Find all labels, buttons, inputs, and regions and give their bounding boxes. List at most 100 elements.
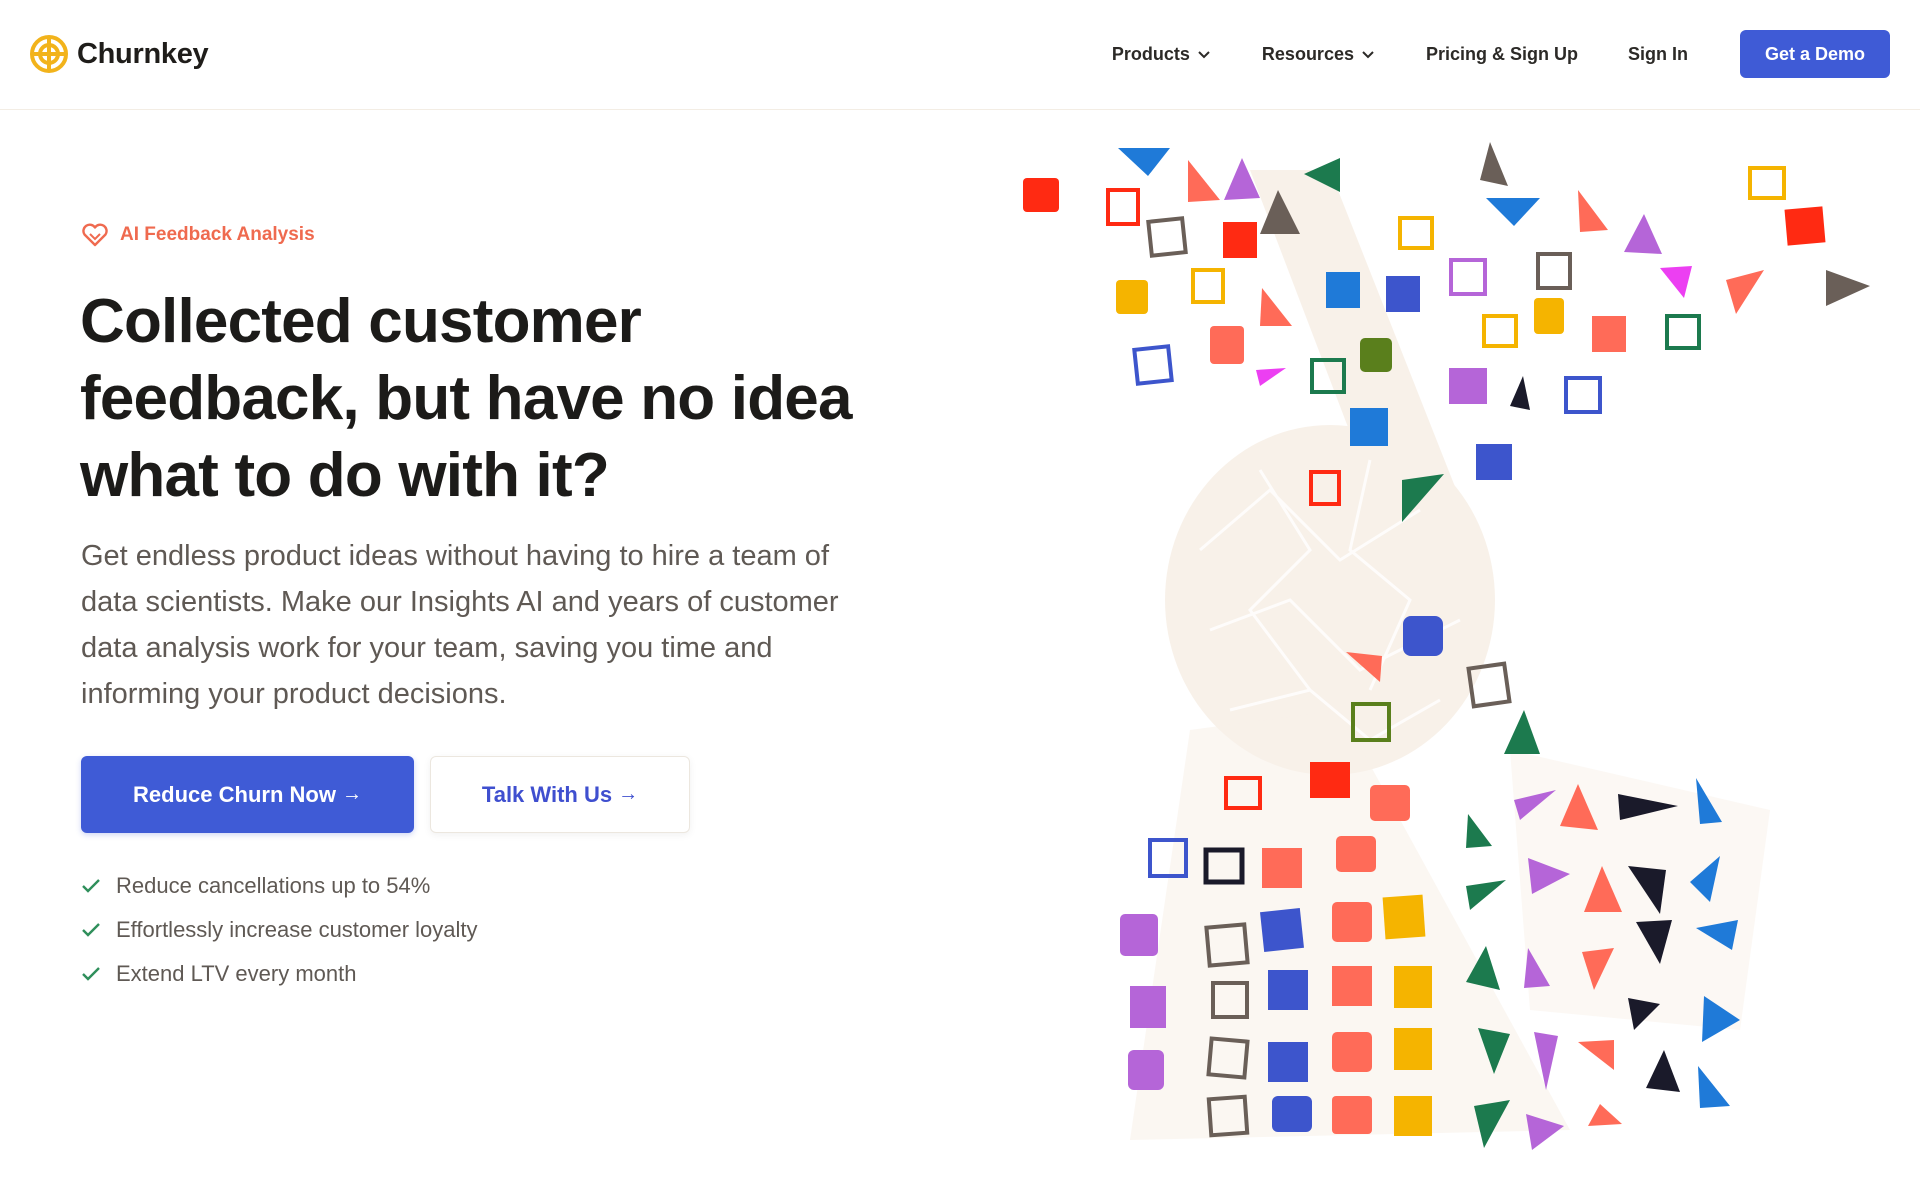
shape [1726, 270, 1764, 314]
shape [1748, 166, 1786, 200]
shape [1466, 814, 1492, 848]
shape [1536, 252, 1572, 290]
shape [1386, 276, 1420, 312]
list-item: Reduce cancellations up to 54% [80, 864, 478, 908]
shape [1480, 142, 1508, 186]
shape [1592, 316, 1626, 352]
reduce-churn-now-label: Reduce Churn Now [133, 781, 336, 807]
list-item: Extend LTV every month [80, 952, 478, 996]
brand-name: Churnkey [77, 37, 209, 70]
nav-sign-in-label: Sign In [1628, 43, 1688, 64]
check-icon [82, 967, 100, 981]
benefit-text: Reduce cancellations up to 54% [116, 873, 431, 898]
brand-logo[interactable]: Churnkey [29, 33, 209, 75]
shape [1120, 914, 1158, 956]
shape [1486, 198, 1540, 226]
shape [1332, 902, 1372, 942]
shape [1449, 258, 1487, 296]
shape [1332, 1096, 1372, 1134]
get-a-demo-button[interactable]: Get a Demo [1740, 30, 1890, 78]
shape [1826, 270, 1870, 306]
shape [1256, 368, 1286, 386]
main-nav: Products Resources Pricing & Sign Up Sig… [1062, 29, 1890, 79]
shape [1310, 762, 1350, 798]
shape [1332, 1032, 1372, 1072]
shape [1482, 314, 1518, 348]
hero-description: Get endless product ideas without having… [81, 540, 839, 710]
heart-icon [82, 223, 108, 247]
arrow-right-icon: → [618, 783, 639, 805]
shape [1394, 1028, 1432, 1070]
check-icon [82, 923, 100, 937]
shape [1624, 214, 1662, 254]
shape [1262, 848, 1302, 888]
hero-illustration [1023, 142, 1870, 1150]
shape [1260, 288, 1292, 326]
shape [1578, 190, 1608, 232]
talk-with-us-button[interactable]: Talk With Us → [430, 756, 690, 833]
shape [1403, 616, 1443, 656]
shape [1449, 368, 1487, 404]
shape [1646, 1050, 1680, 1092]
nav-pricing-label: Pricing & Sign Up [1425, 43, 1578, 64]
shape [1118, 148, 1170, 176]
page-title: Collected customer feedback, but have no… [80, 287, 852, 510]
shape [1382, 894, 1426, 940]
shape [1578, 1040, 1614, 1070]
chevron-down-icon [1198, 51, 1210, 59]
churnkey-logo-icon [30, 35, 68, 73]
shape [1268, 970, 1308, 1010]
shape [1534, 298, 1564, 334]
chevron-down-icon [1362, 51, 1374, 59]
check-icon [82, 879, 100, 893]
shape [1665, 314, 1701, 350]
shape [1350, 408, 1388, 446]
shape [1336, 836, 1376, 872]
eyebrow-label: AI Feedback Analysis [120, 224, 315, 245]
shape [1116, 280, 1148, 314]
shape [1398, 216, 1434, 250]
shape [1510, 376, 1530, 410]
shape [1588, 1104, 1622, 1126]
shape [1128, 1050, 1164, 1090]
talk-with-us-label: Talk With Us [481, 781, 613, 807]
shape [1272, 1096, 1312, 1132]
list-item: Effortlessly increase customer loyalty [80, 908, 478, 952]
shape [1466, 880, 1506, 910]
shape [1784, 206, 1826, 246]
shape [1476, 444, 1512, 480]
eyebrow: AI Feedback Analysis [82, 223, 315, 247]
shape [1260, 908, 1304, 952]
shape [1332, 966, 1372, 1006]
benefit-text: Extend LTV every month [116, 961, 357, 986]
shape [1223, 222, 1257, 258]
nav-products-label: Products [1111, 43, 1190, 64]
arrow-right-icon: → [341, 783, 362, 805]
nav-resources-label: Resources [1261, 43, 1354, 64]
shape [1504, 710, 1540, 754]
shape [1191, 268, 1225, 304]
top-navigation: Churnkey Products Resources Pricing & Si… [0, 0, 1920, 110]
shape [1132, 344, 1174, 386]
shape [1023, 178, 1059, 212]
shape [1698, 1066, 1730, 1108]
nav-products[interactable]: Products [1112, 44, 1212, 65]
shape [1370, 785, 1410, 821]
shape [1106, 188, 1140, 226]
shape [1394, 966, 1432, 1008]
shape [1146, 216, 1188, 258]
shape [1130, 986, 1166, 1028]
shape [1394, 1096, 1432, 1136]
shape [1360, 338, 1392, 372]
nav-sign-in[interactable]: Sign In [1628, 44, 1688, 65]
nav-resources[interactable]: Resources [1262, 44, 1376, 65]
reduce-churn-now-button[interactable]: Reduce Churn Now → [81, 756, 414, 833]
shape [1268, 1042, 1308, 1082]
shape [1326, 272, 1360, 308]
nav-pricing[interactable]: Pricing & Sign Up [1426, 44, 1578, 65]
benefits-list: Reduce cancellations up to 54% Effortles… [80, 864, 478, 996]
benefit-text: Effortlessly increase customer loyalty [116, 917, 478, 942]
shape [1210, 326, 1244, 364]
shape [1660, 266, 1692, 298]
shape [1564, 376, 1602, 414]
